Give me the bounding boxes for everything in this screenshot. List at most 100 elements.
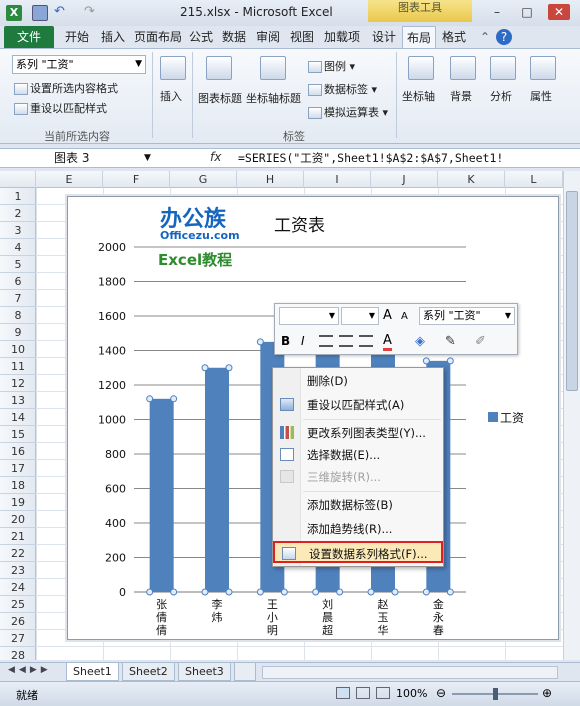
row-header[interactable]: 23	[0, 562, 36, 579]
font-name-dropdown[interactable]: ▼	[279, 307, 339, 325]
row-header[interactable]: 22	[0, 545, 36, 562]
close-button[interactable]: ✕	[548, 4, 570, 20]
align-right-icon[interactable]	[359, 335, 373, 347]
reset-match-style-button[interactable]: 重设以匹配样式	[14, 100, 107, 116]
zoom-in-icon[interactable]: ⊕	[542, 686, 552, 700]
row-header[interactable]: 21	[0, 528, 36, 545]
bar[interactable]	[205, 367, 229, 592]
tab-design[interactable]: 设计	[368, 26, 400, 48]
tab-addins[interactable]: 加载项	[320, 26, 364, 48]
row-header[interactable]: 13	[0, 392, 36, 409]
collapse-ribbon-icon[interactable]: ⌃	[478, 26, 492, 48]
column-header[interactable]: L	[505, 171, 563, 188]
bold-button[interactable]: B	[281, 334, 290, 348]
row-header[interactable]: 9	[0, 324, 36, 341]
zoom-level[interactable]: 100%	[396, 687, 427, 700]
row-header[interactable]: 5	[0, 256, 36, 273]
row-header[interactable]: 26	[0, 613, 36, 630]
horizontal-scrollbar[interactable]	[262, 666, 558, 679]
scrollbar-thumb[interactable]	[566, 191, 578, 391]
row-header[interactable]: 15	[0, 426, 36, 443]
axis-title-button[interactable]: 坐标轴标题	[246, 90, 301, 106]
row-header[interactable]: 16	[0, 443, 36, 460]
chart-title[interactable]: 工资表	[274, 211, 325, 236]
vertical-scrollbar[interactable]	[563, 171, 580, 660]
format-selection-button[interactable]: 设置所选内容格式	[14, 80, 118, 96]
save-icon[interactable]	[32, 5, 48, 21]
tab-view[interactable]: 视图	[286, 26, 318, 48]
sheet-tab-sheet1[interactable]: Sheet1	[66, 663, 119, 681]
column-header[interactable]: H	[237, 171, 304, 188]
row-header[interactable]: 24	[0, 579, 36, 596]
menu-item-add-data-labels[interactable]: 添加数据标签(B)	[273, 494, 443, 516]
menu-item-delete[interactable]: 删除(D)	[273, 370, 443, 392]
row-header[interactable]: 27	[0, 630, 36, 647]
undo-icon[interactable]: ↶	[54, 5, 70, 21]
page-break-view-icon[interactable]	[376, 687, 390, 699]
zoom-slider-thumb[interactable]	[493, 688, 498, 700]
legend-entry[interactable]: 工资	[500, 409, 524, 426]
menu-item-add-trendline[interactable]: 添加趋势线(R)...	[273, 518, 443, 540]
minimize-button[interactable]: –	[486, 4, 508, 20]
redo-icon[interactable]: ↷	[84, 5, 100, 21]
format-painter-icon[interactable]: ✐	[475, 334, 486, 349]
outline-color-icon[interactable]: ✎	[445, 334, 456, 349]
row-header[interactable]: 25	[0, 596, 36, 613]
data-table-button[interactable]: 模拟运算表 ▾	[308, 104, 388, 120]
fill-color-icon[interactable]: ◈	[415, 334, 425, 349]
chart-title-button[interactable]: 图表标题	[198, 90, 242, 106]
row-header[interactable]: 2	[0, 205, 36, 222]
font-color-button[interactable]: A	[383, 333, 392, 351]
tab-file[interactable]: 文件	[4, 26, 54, 48]
background-button[interactable]: 背景	[450, 88, 472, 104]
row-header[interactable]: 11	[0, 358, 36, 375]
row-header[interactable]: 17	[0, 460, 36, 477]
sheet-tab-sheet3[interactable]: Sheet3	[178, 663, 231, 681]
column-header[interactable]: E	[36, 171, 103, 188]
tab-format[interactable]: 格式	[438, 26, 470, 48]
align-left-icon[interactable]	[319, 335, 333, 347]
tab-home[interactable]: 开始	[60, 26, 94, 48]
tab-page-layout[interactable]: 页面布局	[132, 26, 184, 48]
analysis-button[interactable]: 分析	[490, 88, 512, 104]
row-header[interactable]: 8	[0, 307, 36, 324]
row-header[interactable]: 12	[0, 375, 36, 392]
grow-font-button[interactable]: A	[383, 308, 392, 323]
column-header[interactable]: F	[103, 171, 170, 188]
legend-button[interactable]: 图例 ▾	[308, 58, 355, 74]
series-selector[interactable]: 系列 "工资" ▼	[419, 307, 515, 325]
tab-review[interactable]: 审阅	[252, 26, 284, 48]
row-header[interactable]: 20	[0, 511, 36, 528]
insert-button[interactable]: 插入	[160, 88, 182, 104]
row-header[interactable]: 10	[0, 341, 36, 358]
italic-button[interactable]: I	[301, 334, 305, 348]
font-size-dropdown[interactable]: ▼	[341, 307, 379, 325]
column-header[interactable]: I	[304, 171, 371, 188]
tab-formulas[interactable]: 公式	[186, 26, 216, 48]
formula-input[interactable]: =SERIES("工资",Sheet1!$A$2:$A$7,Sheet1!	[238, 150, 558, 166]
insert-function-icon[interactable]: fx	[210, 150, 221, 164]
row-header[interactable]: 14	[0, 409, 36, 426]
properties-button[interactable]: 属性	[530, 88, 552, 104]
help-icon[interactable]: ?	[496, 29, 512, 45]
tab-data[interactable]: 数据	[218, 26, 250, 48]
menu-item-format-data-series[interactable]: 设置数据系列格式(F)...	[273, 541, 443, 563]
name-box[interactable]: 图表 3 ▼	[2, 150, 152, 167]
normal-view-icon[interactable]	[336, 687, 350, 699]
chart-element-selector[interactable]: 系列 "工资" ▼	[12, 55, 146, 74]
menu-item-reset-style[interactable]: 重设以匹配样式(A)	[273, 394, 443, 416]
bar[interactable]	[149, 398, 174, 592]
row-header[interactable]: 18	[0, 477, 36, 494]
row-header[interactable]: 1	[0, 188, 36, 205]
page-layout-view-icon[interactable]	[356, 687, 370, 699]
maximize-button[interactable]: □	[516, 4, 538, 20]
row-header[interactable]: 4	[0, 239, 36, 256]
data-labels-button[interactable]: 数据标签 ▾	[308, 81, 377, 97]
column-header[interactable]: G	[170, 171, 237, 188]
axes-button[interactable]: 坐标轴	[402, 88, 435, 104]
tab-insert[interactable]: 插入	[96, 26, 130, 48]
menu-item-select-data[interactable]: 选择数据(E)...	[273, 444, 443, 466]
column-header[interactable]: K	[438, 171, 505, 188]
column-header[interactable]: J	[371, 171, 438, 188]
zoom-out-icon[interactable]: ⊖	[436, 686, 446, 700]
